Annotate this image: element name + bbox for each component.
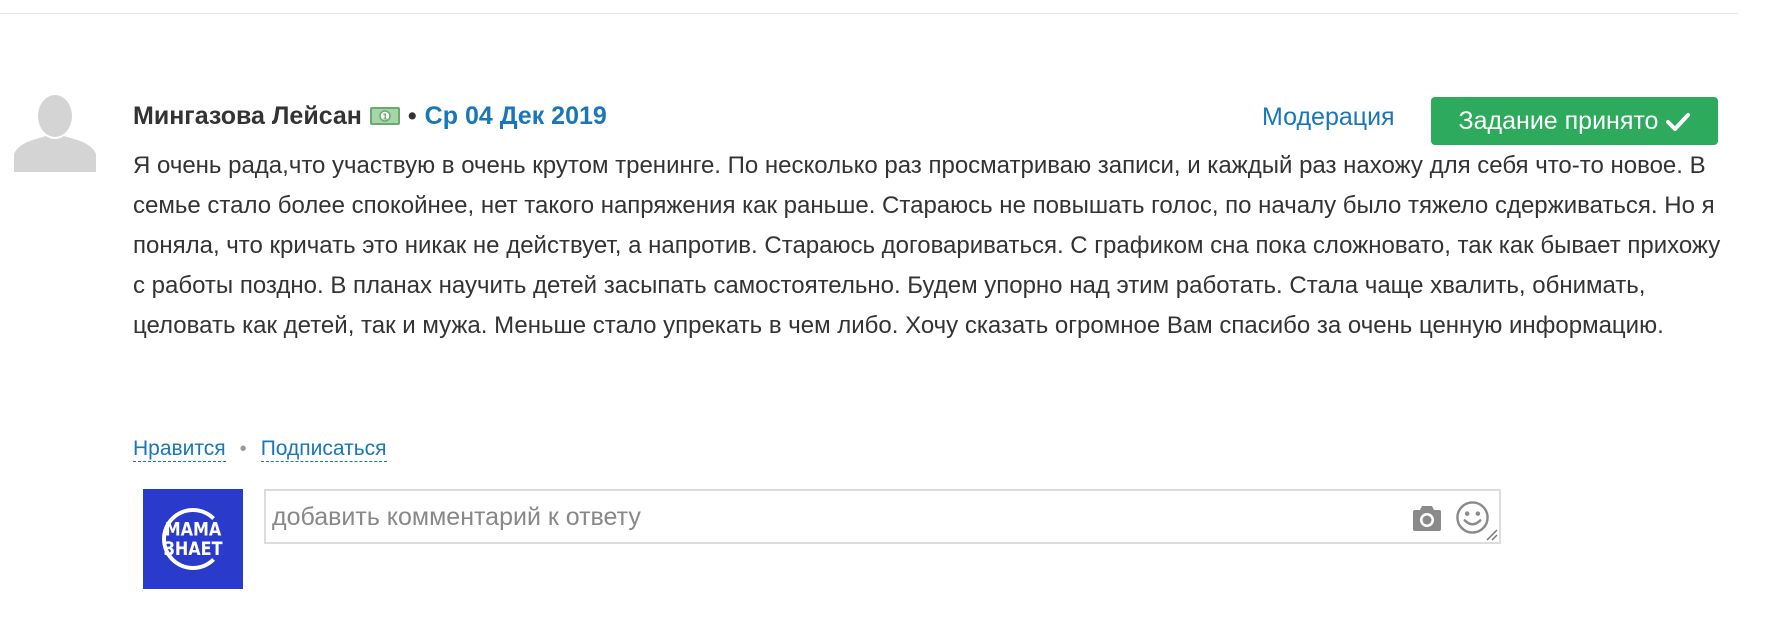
user-avatar-icon[interactable] bbox=[14, 90, 96, 172]
money-banknote-icon: 1 bbox=[369, 107, 400, 125]
comment-body: Я очень рада,что участвую в очень крутом… bbox=[133, 152, 1721, 339]
reply-box bbox=[264, 489, 1501, 544]
subscribe-link[interactable]: Подписаться bbox=[260, 437, 387, 462]
post-date-link[interactable]: Ср 04 Дек 2019 bbox=[425, 102, 607, 131]
like-link[interactable]: Нравится bbox=[133, 437, 226, 462]
reply-comment-input[interactable] bbox=[272, 499, 1372, 535]
brand-logo-line2: ЗНАЕТ bbox=[163, 537, 223, 560]
top-divider bbox=[0, 13, 1738, 14]
checkmark-icon bbox=[1666, 113, 1691, 131]
header-separator: • bbox=[407, 101, 417, 130]
brand-logo-line1: МАМА bbox=[164, 518, 222, 541]
svg-text:1: 1 bbox=[382, 113, 388, 122]
task-accepted-label: Задание принято bbox=[1458, 106, 1659, 135]
task-accepted-button[interactable]: Задание принято bbox=[1431, 97, 1718, 145]
resize-handle-icon[interactable] bbox=[1484, 527, 1498, 541]
brand-logo: МАМА ЗНАЕТ bbox=[143, 489, 243, 589]
comment-header: Мингазова Лейсан 1 • Ср 04 Дек 2019 bbox=[133, 99, 607, 133]
author-name[interactable]: Мингазова Лейсан bbox=[133, 102, 362, 131]
moderation-link[interactable]: Модерация bbox=[1262, 103, 1395, 132]
camera-icon[interactable] bbox=[1410, 504, 1444, 532]
comment-actions: Нравится • Подписаться bbox=[133, 436, 387, 462]
actions-separator: • bbox=[239, 437, 247, 460]
brand-logo-text: МАМА ЗНАЕТ bbox=[164, 519, 223, 558]
